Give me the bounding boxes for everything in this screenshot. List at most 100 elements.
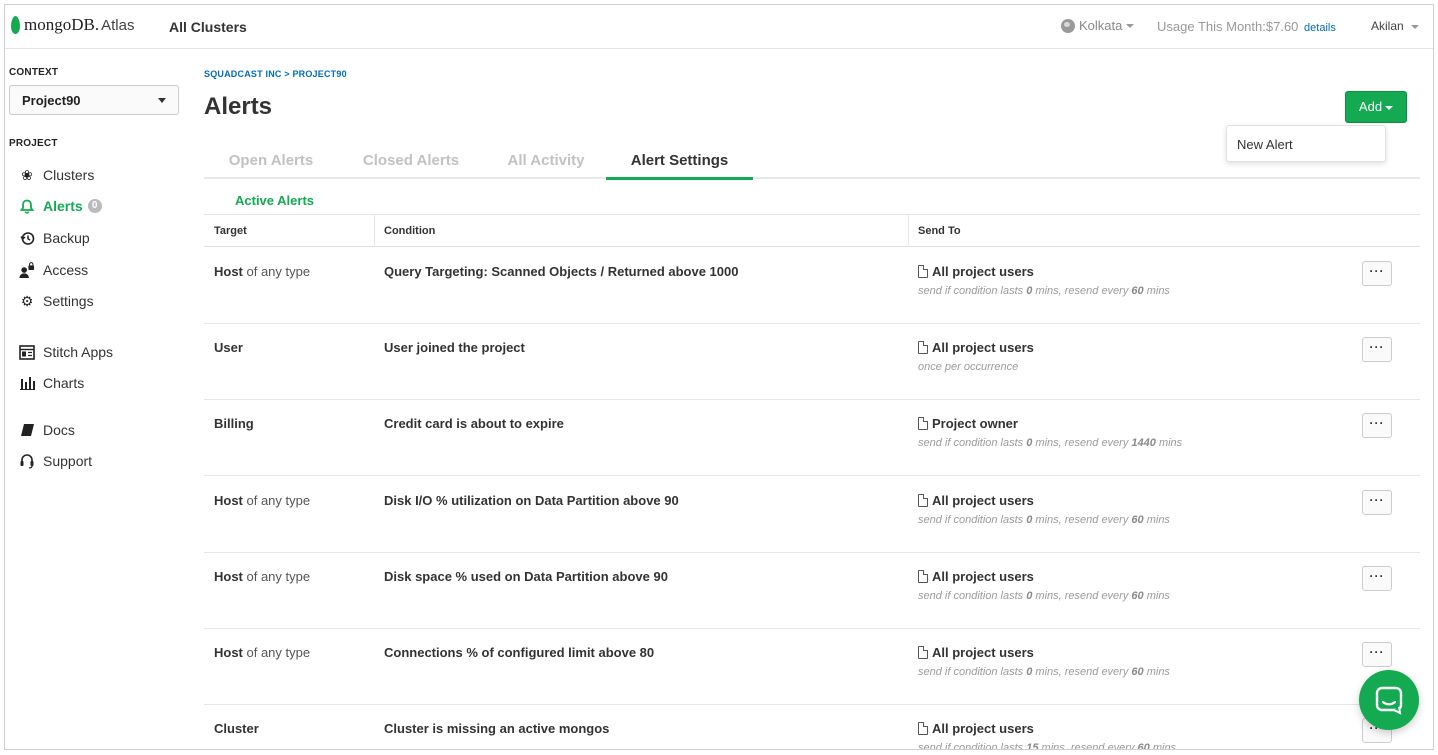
column-divider bbox=[374, 215, 375, 247]
alerts-count-badge: 0 bbox=[87, 199, 102, 213]
chevron-down-icon bbox=[1126, 23, 1135, 28]
add-button-label: Add bbox=[1358, 99, 1383, 114]
sidebar: CONTEXT Project90 PROJECT ❀ Clusters Ale… bbox=[5, 49, 190, 749]
sidebar-item-label: Charts bbox=[43, 375, 85, 391]
row-more-button[interactable]: ··· bbox=[1362, 337, 1392, 362]
row-more-button[interactable]: ··· bbox=[1362, 490, 1392, 515]
sidebar-item-docs[interactable]: Docs bbox=[19, 422, 75, 438]
project-label: PROJECT bbox=[9, 138, 58, 149]
row-more-button[interactable]: ··· bbox=[1362, 642, 1392, 667]
document-icon bbox=[918, 265, 928, 278]
backup-icon bbox=[19, 230, 35, 246]
breadcrumb[interactable]: SQUADCAST INC > PROJECT90 bbox=[204, 69, 347, 79]
row-send-to: All project users bbox=[918, 264, 1034, 279]
sidebar-item-stitch-apps[interactable]: Stitch Apps bbox=[19, 344, 113, 360]
table-row: Host of any type Connections % of config… bbox=[204, 629, 1420, 705]
row-target: User bbox=[214, 340, 243, 355]
stitch-icon bbox=[19, 344, 35, 360]
table-row: Cluster Cluster is missing an active mon… bbox=[204, 705, 1420, 750]
region-selector[interactable]: Kolkata bbox=[1061, 18, 1135, 33]
docs-icon bbox=[19, 422, 35, 438]
chevron-down-icon bbox=[1385, 105, 1394, 110]
row-target: Billing bbox=[214, 416, 254, 431]
sidebar-item-label: Alerts bbox=[43, 198, 83, 214]
tab-closed-alerts[interactable]: Closed Alerts bbox=[344, 145, 478, 179]
table-row: Billing Credit card is about to expire P… bbox=[204, 400, 1420, 476]
column-target: Target bbox=[214, 225, 247, 237]
sidebar-item-label: Docs bbox=[43, 422, 75, 438]
sidebar-item-settings[interactable]: ⚙ Settings bbox=[19, 292, 94, 310]
sidebar-item-support[interactable]: Support bbox=[19, 453, 92, 469]
chat-icon bbox=[1375, 686, 1403, 715]
document-icon bbox=[918, 494, 928, 507]
user-menu[interactable]: Akilan bbox=[1371, 19, 1420, 33]
active-alerts-subtab[interactable]: Active Alerts bbox=[235, 193, 314, 208]
row-target: Host of any type bbox=[214, 264, 311, 279]
row-send-to: All project users bbox=[918, 493, 1034, 508]
sidebar-item-label: Access bbox=[43, 262, 89, 278]
tab-open-alerts[interactable]: Open Alerts bbox=[204, 145, 338, 179]
document-icon bbox=[918, 722, 928, 735]
clusters-icon: ❀ bbox=[21, 166, 33, 183]
logo-text: mongoDB. Atlas bbox=[24, 15, 135, 34]
document-icon bbox=[918, 417, 928, 430]
bell-icon bbox=[19, 198, 35, 214]
charts-icon bbox=[19, 375, 35, 391]
usage-label: Usage This Month:$7.60 bbox=[1157, 19, 1299, 34]
user-name: Akilan bbox=[1371, 19, 1404, 33]
sidebar-item-access[interactable]: Access bbox=[19, 261, 89, 278]
row-condition: User joined the project bbox=[384, 340, 525, 355]
all-clusters-link[interactable]: All Clusters bbox=[169, 19, 247, 35]
mongodb-logo[interactable]: mongoDB. Atlas bbox=[11, 15, 134, 35]
region-label: Kolkata bbox=[1079, 18, 1123, 33]
tab-alert-settings[interactable]: Alert Settings bbox=[606, 145, 753, 180]
row-more-button[interactable]: ··· bbox=[1362, 261, 1392, 286]
add-button[interactable]: Add bbox=[1345, 91, 1407, 123]
row-target: Host of any type bbox=[214, 645, 311, 660]
context-value: Project90 bbox=[22, 93, 81, 108]
context-select[interactable]: Project90 bbox=[9, 85, 179, 115]
top-bar: mongoDB. Atlas All Clusters Kolkata Usage… bbox=[5, 5, 1433, 49]
row-condition: Credit card is about to expire bbox=[384, 416, 564, 431]
sidebar-item-label: Backup bbox=[43, 230, 90, 246]
sidebar-item-backup[interactable]: Backup bbox=[19, 230, 90, 246]
row-more-button[interactable]: ··· bbox=[1362, 413, 1392, 438]
table-row: Host of any type Disk space % used on Da… bbox=[204, 553, 1420, 629]
row-condition: Connections % of configured limit above … bbox=[384, 645, 655, 660]
globe-icon bbox=[1061, 18, 1075, 33]
page-title: Alerts bbox=[204, 93, 273, 120]
document-icon bbox=[918, 341, 928, 354]
row-frequency: send if condition lasts 15 mins, resend … bbox=[918, 742, 1177, 750]
row-target: Host of any type bbox=[214, 569, 311, 584]
row-more-button[interactable]: ··· bbox=[1362, 566, 1392, 591]
context-label: CONTEXT bbox=[9, 67, 59, 78]
column-divider bbox=[908, 215, 909, 247]
gear-icon: ⚙ bbox=[20, 292, 34, 309]
sidebar-item-label: Support bbox=[43, 453, 93, 469]
sidebar-item-alerts[interactable]: Alerts 0 bbox=[19, 198, 102, 214]
sidebar-item-charts[interactable]: Charts bbox=[19, 375, 84, 391]
column-send-to: Send To bbox=[918, 225, 961, 237]
row-frequency: send if condition lasts 0 mins, resend e… bbox=[918, 666, 1170, 678]
row-target: Cluster bbox=[214, 721, 259, 736]
usage-details-link[interactable]: details bbox=[1304, 22, 1336, 34]
sidebar-item-clusters[interactable]: ❀ Clusters bbox=[19, 166, 94, 184]
leaf-icon bbox=[11, 16, 20, 34]
table-header: Target Condition Send To bbox=[204, 214, 1420, 247]
app-window: mongoDB. Atlas All Clusters Kolkata Usage… bbox=[4, 4, 1434, 750]
row-condition: Query Targeting: Scanned Objects / Retur… bbox=[384, 264, 739, 279]
document-icon bbox=[918, 570, 928, 583]
row-frequency: send if condition lasts 0 mins, resend e… bbox=[918, 590, 1170, 602]
row-send-to: All project users bbox=[918, 340, 1034, 355]
row-frequency: send if condition lasts 0 mins, resend e… bbox=[918, 285, 1170, 297]
row-frequency: send if condition lasts 0 mins, resend e… bbox=[918, 514, 1170, 526]
row-send-to: All project users bbox=[918, 721, 1034, 736]
row-frequency: send if condition lasts 0 mins, resend e… bbox=[918, 437, 1183, 449]
chat-launcher-button[interactable] bbox=[1359, 670, 1419, 730]
row-send-to: All project users bbox=[918, 645, 1034, 660]
row-condition: Cluster is missing an active mongos bbox=[384, 721, 610, 736]
support-icon bbox=[19, 453, 35, 469]
sidebar-item-label: Settings bbox=[43, 293, 94, 309]
row-condition: Disk I/O % utilization on Data Partition… bbox=[384, 493, 679, 508]
tab-all-activity[interactable]: All Activity bbox=[484, 145, 608, 179]
